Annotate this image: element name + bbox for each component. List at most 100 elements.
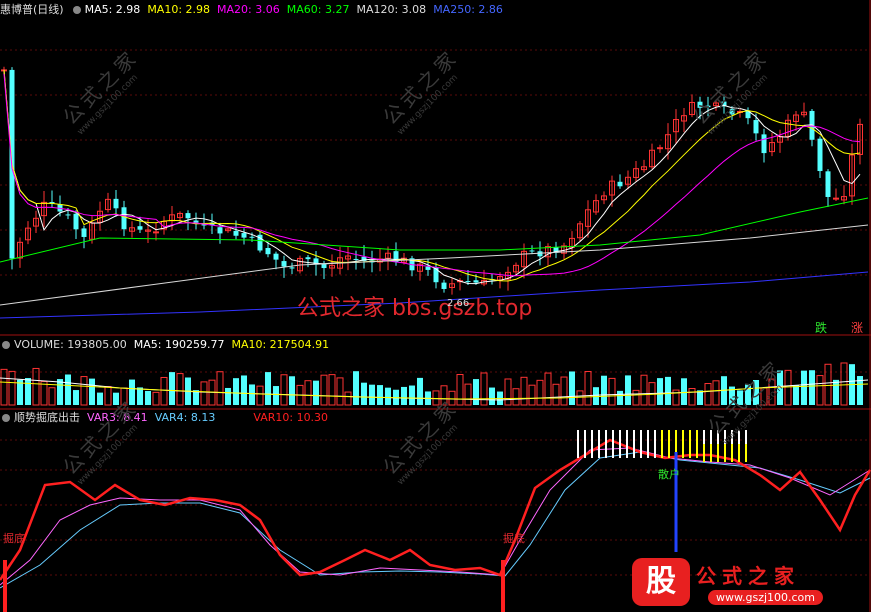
volume-bar bbox=[369, 384, 375, 405]
volume-bar bbox=[73, 390, 79, 405]
ma250-value: MA250: 2.86 bbox=[433, 3, 503, 16]
volume-bar bbox=[816, 375, 824, 406]
site-watermark: 公式之家 bbs.gszb.top bbox=[297, 296, 533, 321]
ma120-value: MA120: 3.08 bbox=[356, 3, 427, 16]
candle-body bbox=[761, 134, 767, 154]
volume-bar bbox=[361, 382, 367, 405]
candle-body bbox=[465, 281, 471, 283]
volume-bar bbox=[320, 374, 328, 406]
volume-bar bbox=[160, 376, 168, 406]
juedi-label: 掘底 bbox=[503, 532, 525, 545]
settings-icon[interactable] bbox=[72, 6, 81, 14]
volume-bar bbox=[57, 379, 63, 405]
volume-bar bbox=[504, 378, 512, 406]
ma10-value: MA10: 2.98 bbox=[147, 3, 211, 16]
volume-bar bbox=[833, 379, 839, 405]
volume-bar bbox=[273, 386, 279, 405]
volume-bar bbox=[681, 378, 687, 405]
volume-bar bbox=[328, 374, 336, 406]
volume-bar bbox=[640, 374, 648, 406]
ma5-value: MA5: 2.98 bbox=[84, 3, 141, 16]
volume-bar bbox=[104, 386, 112, 406]
candle-body bbox=[473, 280, 479, 283]
candle-body bbox=[281, 261, 287, 267]
volume-bar bbox=[512, 388, 520, 406]
settings-icon[interactable] bbox=[2, 341, 10, 349]
candle-body bbox=[185, 213, 191, 219]
candle-body bbox=[817, 138, 823, 172]
volume-bar bbox=[840, 362, 848, 406]
zhang-tag[interactable]: 涨 bbox=[851, 319, 863, 336]
volume-bar bbox=[8, 370, 16, 406]
volume-bar bbox=[584, 371, 592, 406]
low-price-label: 2.66 bbox=[447, 298, 470, 309]
volume-bar bbox=[25, 378, 31, 405]
volume-bar bbox=[801, 370, 807, 405]
candle-body bbox=[217, 227, 223, 234]
logo-badge: 股 bbox=[632, 558, 690, 606]
volume-bar bbox=[241, 375, 247, 405]
candle-body bbox=[193, 220, 199, 223]
candle-body bbox=[529, 250, 535, 252]
volume-bar bbox=[552, 383, 560, 406]
volume-bar bbox=[809, 370, 815, 405]
vol-ma10-value: MA10: 217504.91 bbox=[231, 338, 330, 351]
candle-body bbox=[825, 171, 831, 197]
main-header: 惠博普(日线) MA5: 2.98 MA10: 2.98 MA20: 3.06 MA60… bbox=[0, 2, 510, 18]
var10-value: VAR10: 10.30 bbox=[253, 411, 329, 424]
volume-bar bbox=[665, 376, 671, 405]
volume-bar bbox=[32, 367, 40, 406]
volume-bar bbox=[233, 378, 239, 405]
candle-body bbox=[249, 236, 255, 238]
volume-bar bbox=[793, 385, 799, 405]
volume-bar bbox=[336, 377, 344, 406]
volume-bar bbox=[824, 363, 832, 406]
volume-bar bbox=[409, 385, 415, 405]
volume-bar bbox=[249, 384, 255, 405]
volume-bar bbox=[520, 376, 528, 406]
volume-bar bbox=[601, 375, 607, 405]
candle-body bbox=[65, 214, 71, 216]
candle-body bbox=[657, 147, 663, 150]
volume-bar bbox=[344, 391, 352, 406]
candle-body bbox=[241, 233, 247, 238]
candle-body bbox=[265, 248, 271, 255]
sanhu-label: 散户 bbox=[658, 468, 680, 481]
volume-bar bbox=[528, 384, 536, 406]
volume-bar bbox=[256, 385, 264, 406]
volume-bar bbox=[137, 387, 143, 405]
logo-url: www.gszj100.com bbox=[708, 590, 824, 605]
volume-bar bbox=[97, 392, 103, 405]
candle-body bbox=[289, 267, 295, 269]
volume-bar bbox=[456, 374, 464, 406]
logo-name: 公式之家 bbox=[696, 564, 800, 588]
site-logo: 股 公式之家 www.gszj100.com bbox=[632, 558, 852, 610]
ma20-value: MA20: 3.06 bbox=[217, 3, 280, 16]
candle-body bbox=[81, 228, 87, 237]
settings-icon[interactable] bbox=[2, 414, 10, 422]
candle-body bbox=[753, 120, 759, 134]
volume-bar bbox=[569, 371, 575, 405]
volume-bar bbox=[65, 374, 71, 405]
volume-bar bbox=[289, 376, 295, 405]
volume-bar bbox=[617, 390, 623, 405]
indicator-name: 顺势掘底出击 bbox=[14, 411, 80, 424]
volume-bar bbox=[280, 374, 288, 406]
volume-value: VOLUME: 193805.00 bbox=[14, 338, 127, 351]
candle-body bbox=[425, 266, 431, 270]
juedi-label: 掘底 bbox=[3, 532, 25, 545]
volume-bar bbox=[401, 386, 407, 405]
candle-body bbox=[121, 207, 127, 230]
volume-bar bbox=[704, 383, 712, 406]
volume-bar bbox=[169, 372, 175, 405]
ma60-value: MA60: 3.27 bbox=[286, 3, 350, 16]
volume-bar bbox=[489, 387, 495, 405]
candle-body bbox=[153, 231, 159, 234]
candle-body bbox=[137, 226, 143, 230]
volume-bar bbox=[625, 375, 631, 405]
volume-bar bbox=[225, 387, 231, 405]
die-tag[interactable]: 跌 bbox=[815, 319, 827, 336]
stock-title[interactable]: 惠博普(日线) bbox=[0, 3, 64, 16]
volume-bar bbox=[80, 376, 88, 406]
volume-bar bbox=[216, 371, 224, 406]
